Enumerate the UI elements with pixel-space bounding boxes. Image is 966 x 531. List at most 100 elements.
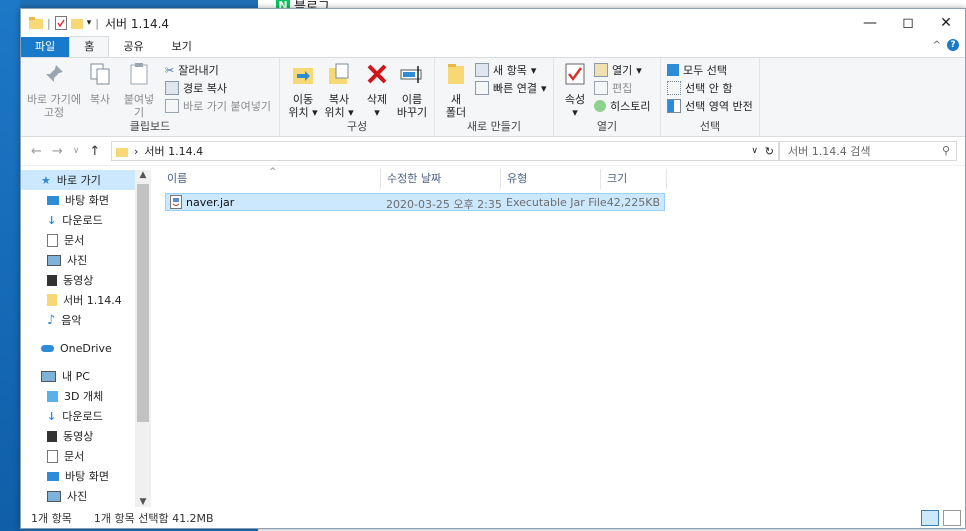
copy-to-icon	[329, 63, 349, 84]
copy-path-button[interactable]: 경로 복사	[165, 80, 227, 96]
delete-icon	[367, 64, 387, 84]
organize-group-label: 구성	[346, 120, 368, 133]
document-icon	[47, 449, 58, 463]
collapse-ribbon-icon[interactable]: ^	[933, 40, 941, 51]
help-icon[interactable]: ?	[947, 39, 959, 51]
cut-button[interactable]: ✂ 잘라내기	[165, 62, 219, 78]
scroll-up-icon[interactable]: ▲	[135, 170, 151, 180]
clipboard-group: 바로 가기에 고정 복사 붙여넣기 ✂ 잘라내기 경로 복사 바로 가기 붙여넣…	[21, 58, 280, 136]
quick-access-toolbar: | ▾ |	[21, 16, 99, 30]
file-name: naver.jar	[186, 196, 235, 209]
open-icon	[594, 63, 608, 77]
select-group: 모두 선택 선택 안 함 선택 영역 반전 선택	[661, 58, 760, 136]
title-bar[interactable]: | ▾ | 서버 1.14.4 — ◻ ✕	[21, 9, 965, 37]
paste-button[interactable]: 붙여넣기	[119, 62, 159, 119]
easy-access-button[interactable]: 빠른 연결 ▾	[475, 80, 547, 96]
address-bar-row: ← → ∨ ↑ › 서버 1.14.4 ∨ ↻ 서버 1.14.4 검색 ⚲	[21, 137, 965, 166]
move-to-button[interactable]: 이동 위치 ▾	[286, 62, 320, 119]
nav-item-downloads[interactable]: ↓ 다운로드📌	[21, 210, 151, 230]
separator: |	[95, 16, 99, 30]
new-group-label: 새로 만들기	[466, 120, 522, 133]
nav-item-pc-desktop[interactable]: 바탕 화면	[21, 466, 151, 486]
invert-selection-button[interactable]: 선택 영역 반전	[667, 98, 753, 114]
maximize-button[interactable]: ◻	[889, 9, 927, 37]
column-type[interactable]: 유형	[501, 169, 601, 189]
up-arrow-icon[interactable]: ↑	[89, 144, 100, 159]
column-size[interactable]: 크기	[601, 169, 667, 189]
music-note-icon: ♪	[47, 312, 56, 328]
sort-ascending-icon: ^	[269, 167, 277, 177]
nav-item-pc-videos[interactable]: 동영상	[21, 426, 151, 446]
status-bar: 1개 항목 1개 항목 선택함 41.2MB	[21, 507, 965, 528]
customize-dropdown-icon[interactable]: ▾	[87, 18, 92, 28]
nav-item-pictures[interactable]: 사진📌	[21, 250, 151, 270]
scissors-icon: ✂	[165, 63, 175, 77]
copy-to-button[interactable]: 복사 위치 ▾	[322, 62, 356, 119]
desktop-icon	[47, 471, 59, 481]
scroll-down-icon[interactable]: ▼	[135, 497, 151, 507]
select-none-icon	[667, 81, 681, 95]
recent-dropdown-icon[interactable]: ∨	[73, 146, 80, 156]
video-icon	[47, 274, 57, 286]
close-button[interactable]: ✕	[927, 9, 965, 37]
select-all-icon	[667, 64, 679, 76]
open-button[interactable]: 열기 ▾	[594, 62, 642, 78]
forward-arrow-icon[interactable]: →	[52, 144, 63, 159]
invert-selection-icon	[667, 99, 681, 113]
paste-shortcut-button[interactable]: 바로 가기 붙여넣기	[165, 98, 271, 114]
column-date[interactable]: 수정한 날짜	[381, 169, 501, 189]
tab-view[interactable]: 보기	[158, 37, 206, 57]
3d-objects-icon	[47, 390, 58, 402]
tab-home[interactable]: 홈	[69, 36, 110, 57]
properties-icon[interactable]	[54, 16, 67, 30]
nav-this-pc[interactable]: 내 PC	[21, 366, 151, 386]
edit-button[interactable]: 편집	[594, 80, 632, 96]
nav-onedrive[interactable]: OneDrive	[21, 338, 151, 358]
nav-item-desktop[interactable]: 바탕 화면📌	[21, 190, 151, 210]
nav-item-documents[interactable]: 문서📌	[21, 230, 151, 250]
back-arrow-icon[interactable]: ←	[31, 144, 42, 159]
selection-info: 1개 항목 선택함 41.2MB	[93, 511, 214, 525]
new-folder-icon[interactable]	[70, 17, 83, 29]
search-input[interactable]: 서버 1.14.4 검색 ⚲	[779, 141, 957, 161]
computer-icon	[41, 370, 56, 382]
rename-button[interactable]: 이름 바꾸기	[394, 62, 430, 119]
address-dropdown-icon[interactable]: ∨	[751, 146, 758, 156]
minimize-button[interactable]: —	[851, 9, 889, 37]
nav-quick-access[interactable]: ★ 바로 가기	[21, 170, 151, 190]
select-all-button[interactable]: 모두 선택	[667, 62, 727, 78]
new-folder-button[interactable]: 새 폴더	[441, 62, 471, 119]
delete-button[interactable]: 삭제 ▾	[362, 62, 392, 119]
tab-file[interactable]: 파일	[21, 37, 70, 57]
download-arrow-icon: ↓	[47, 409, 57, 423]
scroll-thumb[interactable]	[137, 184, 149, 422]
table-row[interactable]: naver.jar 2020-03-25 오후 2:35 Executable …	[165, 193, 665, 211]
clipboard-group-label: 클립보드	[129, 120, 171, 133]
nav-item-videos[interactable]: 동영상📌	[21, 270, 151, 290]
refresh-icon[interactable]: ↻	[765, 145, 774, 158]
rename-icon	[400, 66, 422, 83]
new-item-button[interactable]: 새 항목 ▾	[475, 62, 536, 78]
video-icon	[47, 430, 57, 442]
large-icons-view-icon[interactable]	[943, 510, 961, 526]
select-none-button[interactable]: 선택 안 함	[667, 80, 732, 96]
nav-item-3d-objects[interactable]: 3D 개체	[21, 386, 151, 406]
history-button[interactable]: 히스토리	[594, 98, 650, 114]
nav-item-pc-pictures[interactable]: 사진	[21, 486, 151, 506]
new-folder-icon	[448, 64, 464, 84]
tab-share[interactable]: 공유	[109, 37, 157, 57]
nav-item-pc-downloads[interactable]: ↓ 다운로드	[21, 406, 151, 426]
navigation-pane: ★ 바로 가기 바탕 화면📌 ↓ 다운로드📌 문서📌 사진📌 동영상📌 서버 1…	[21, 170, 151, 507]
properties-button[interactable]: 속성 ▾	[560, 62, 590, 119]
details-view-icon[interactable]	[921, 510, 939, 526]
address-input[interactable]: › 서버 1.14.4 ∨ ↻	[111, 141, 779, 161]
nav-item-pc-documents[interactable]: 문서	[21, 446, 151, 466]
nav-item-server-folder[interactable]: 서버 1.14.4	[21, 290, 151, 310]
file-size: 42,225KB	[606, 196, 660, 209]
star-icon: ★	[41, 173, 51, 187]
copy-button[interactable]: 복사	[85, 62, 115, 106]
pin-quick-access-button[interactable]: 바로 가기에 고정	[25, 62, 83, 119]
nav-scrollbar[interactable]: ▲ ▼	[135, 170, 151, 507]
nav-item-music[interactable]: ♪ 음악	[21, 310, 151, 330]
select-group-label: 선택	[699, 120, 721, 133]
